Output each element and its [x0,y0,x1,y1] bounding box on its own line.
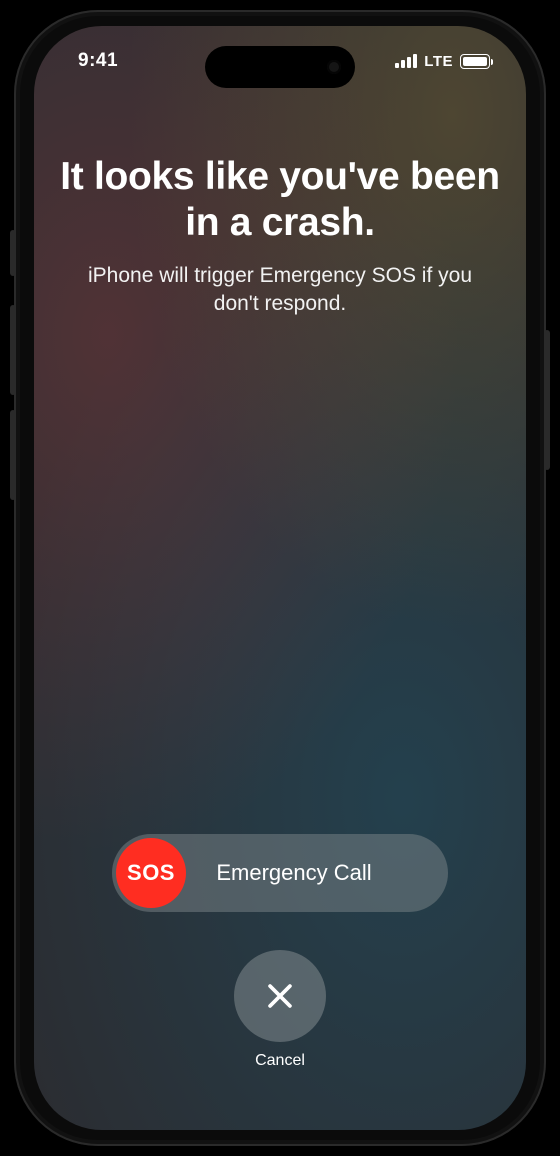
emergency-call-slider[interactable]: SOS Emergency Call [112,834,448,912]
crash-alert-subhead: iPhone will trigger Emergency SOS if you… [70,262,490,318]
sos-knob-text: SOS [127,860,175,886]
volume-up-button [10,305,16,395]
side-button [10,230,16,276]
crash-alert-headline: It looks like you've been in a crash. [58,154,502,246]
status-right-indicators: LTE [395,53,490,70]
network-type-label: LTE [424,53,453,70]
battery-icon [460,54,490,69]
power-button [544,330,550,470]
cancel-label: Cancel [255,1052,305,1070]
cancel-button[interactable] [234,950,326,1042]
screen: 9:41 LTE It looks like you've been in a … [34,26,526,1130]
volume-down-button [10,410,16,500]
phone-chassis: 9:41 LTE It looks like you've been in a … [14,10,546,1146]
cellular-signal-icon [395,54,417,68]
emergency-call-label: Emergency Call [186,860,448,886]
status-bar: 9:41 LTE [34,26,526,96]
close-icon [263,979,297,1013]
cancel-group: Cancel [234,950,326,1070]
status-time: 9:41 [78,50,118,72]
sos-slider-knob[interactable]: SOS [116,838,186,908]
